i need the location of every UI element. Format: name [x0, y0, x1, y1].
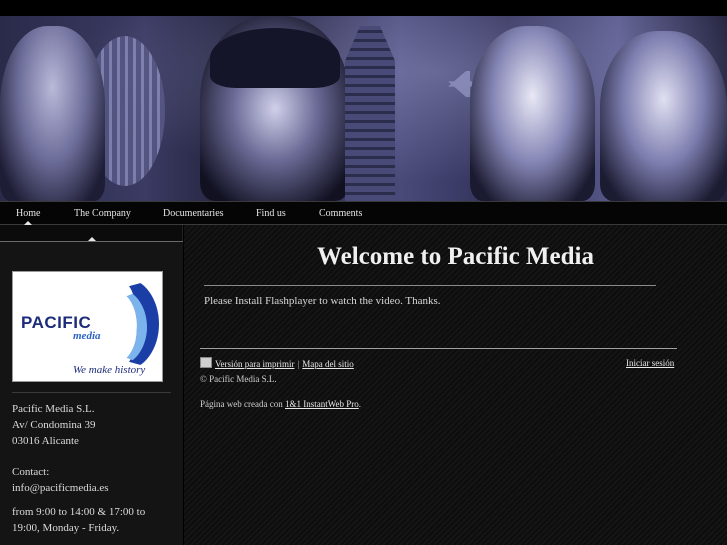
address-city: 03016 Alicante: [12, 435, 79, 447]
pacific-media-logo[interactable]: PACIFIC media We make history: [12, 271, 163, 382]
instantweb-link[interactable]: 1&1 InstantWeb Pro: [285, 399, 359, 409]
logo-swoosh-accent-icon: [87, 288, 147, 366]
main-content: Welcome to Pacific Media Please Install …: [184, 225, 727, 545]
header-banner: [0, 16, 727, 201]
logo-sub-text: media: [73, 330, 101, 342]
contact-email[interactable]: info@pacificmedia.es: [12, 480, 109, 496]
sidebar-divider: [12, 392, 171, 393]
flash-player-message: Please Install Flashplayer to watch the …: [204, 295, 441, 307]
opening-hours-line-1: from 9:00 to 14:00 & 17:00 to: [12, 506, 146, 518]
logo-slogan-text: We make history: [73, 364, 146, 376]
portrait-center-image: [200, 16, 350, 201]
created-with-text: Página web creada con 1&1 InstantWeb Pro…: [200, 399, 361, 409]
address-street: Av/ Condomina 39: [12, 419, 96, 431]
print-version-link[interactable]: Versión para imprimir: [215, 359, 294, 369]
sitemap-link[interactable]: Mapa del sitio: [302, 359, 354, 369]
footer-links: Versión para imprimir | Mapa del sitio: [200, 357, 354, 369]
nav-item-comments[interactable]: Comments: [319, 208, 362, 219]
created-suffix: .: [358, 399, 361, 409]
footer-separator: |: [297, 359, 300, 369]
nav-item-the-company[interactable]: The Company: [74, 208, 131, 219]
sidebar: PACIFIC media We make history Pacific Me…: [0, 225, 183, 545]
printer-icon[interactable]: [200, 357, 212, 368]
nav-item-documentaries[interactable]: Documentaries: [163, 208, 224, 219]
portrait-right-image: [470, 26, 595, 201]
portrait-left-image: [0, 26, 105, 201]
opening-hours-line-2: 19:00, Monday - Friday.: [12, 522, 120, 534]
login-link[interactable]: Iniciar sesión: [626, 358, 674, 368]
company-name: Pacific Media S.L.: [12, 403, 95, 415]
nav-item-home[interactable]: Home: [16, 208, 40, 219]
footer-divider: [200, 348, 677, 349]
nav-item-find-us[interactable]: Find us: [256, 208, 286, 219]
copyright-text: © Pacific Media S.L.: [200, 374, 277, 384]
title-divider: [204, 285, 656, 286]
submenu-indicator: [88, 237, 96, 241]
created-prefix: Página web creada con: [200, 399, 283, 409]
page-title: Welcome to Pacific Media: [317, 243, 594, 270]
contact-label: Contact:: [12, 466, 50, 478]
main-nav: Home The Company Documentaries Find us C…: [0, 201, 727, 225]
big-ben-image: [345, 26, 395, 201]
portrait-far-right-image: [600, 31, 727, 201]
